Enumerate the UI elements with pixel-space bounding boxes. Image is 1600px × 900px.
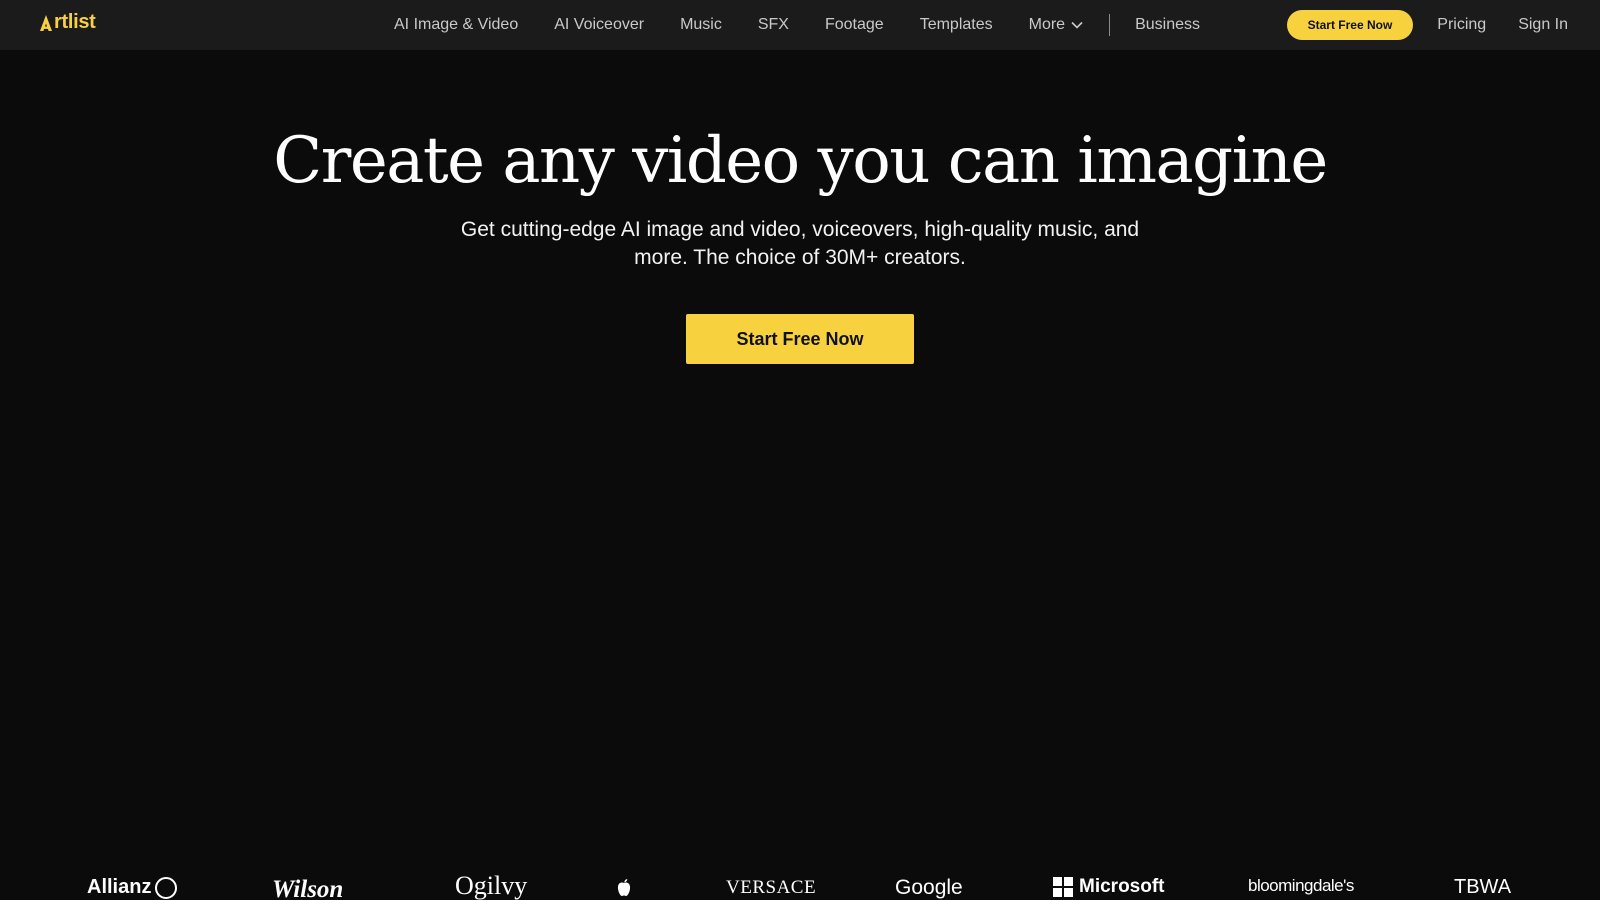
microsoft-squares-icon: [1053, 877, 1073, 897]
allianz-logo: Allianz: [87, 876, 178, 899]
hero-start-free-button[interactable]: Start Free Now: [686, 314, 914, 364]
logo-text: rtlist: [54, 11, 96, 33]
wilson-logo: Wilson: [272, 876, 344, 900]
artlist-logo[interactable]: rtlist: [39, 11, 96, 34]
nav-music[interactable]: Music: [680, 16, 722, 34]
microsoft-wordmark: Microsoft: [1079, 876, 1165, 897]
nav-footage[interactable]: Footage: [825, 16, 884, 34]
google-logo: Google: [895, 876, 963, 899]
hero-title: Create any video you can imagine: [273, 124, 1328, 198]
artlist-logo-mark-icon: [40, 14, 52, 31]
top-navbar: rtlist AI Image & Video AI Voiceover Mus…: [0, 0, 1600, 50]
nav-divider: [1109, 14, 1111, 36]
nav-actions: Start Free Now Pricing Sign In: [1286, 0, 1568, 50]
versace-logo: VERSACE: [726, 877, 817, 898]
nav-start-free-button[interactable]: Start Free Now: [1286, 10, 1414, 40]
main-nav: AI Image & Video AI Voiceover Music SFX …: [394, 0, 1236, 50]
nav-sign-in[interactable]: Sign In: [1518, 16, 1568, 34]
brand-logo-strip: Allianz Wilson Ogilvy VERSACE Google Mic…: [0, 871, 1600, 900]
microsoft-logo: Microsoft: [1053, 876, 1165, 898]
apple-logo-icon: [616, 878, 632, 898]
allianz-wordmark: Allianz: [87, 876, 152, 898]
chevron-down-icon: [1071, 21, 1083, 29]
landing-page: rtlist AI Image & Video AI Voiceover Mus…: [0, 0, 1600, 900]
nav-templates[interactable]: Templates: [920, 16, 993, 34]
hero-subtitle: Get cutting-edge AI image and video, voi…: [460, 218, 1140, 269]
allianz-eagle-icon: [155, 876, 178, 899]
nav-sfx[interactable]: SFX: [758, 16, 789, 34]
nav-ai-image-video[interactable]: AI Image & Video: [394, 16, 518, 34]
nav-pricing[interactable]: Pricing: [1437, 16, 1486, 34]
nav-more-label: More: [1028, 16, 1066, 33]
nav-more-dropdown[interactable]: More: [1029, 16, 1083, 34]
nav-business[interactable]: Business: [1135, 16, 1200, 34]
tbwa-logo: TBWA: [1454, 876, 1512, 898]
nav-ai-voiceover[interactable]: AI Voiceover: [554, 16, 644, 34]
ogilvy-logo: Ogilvy: [455, 871, 528, 900]
bloomingdales-logo: bloomingdale's: [1248, 876, 1354, 895]
